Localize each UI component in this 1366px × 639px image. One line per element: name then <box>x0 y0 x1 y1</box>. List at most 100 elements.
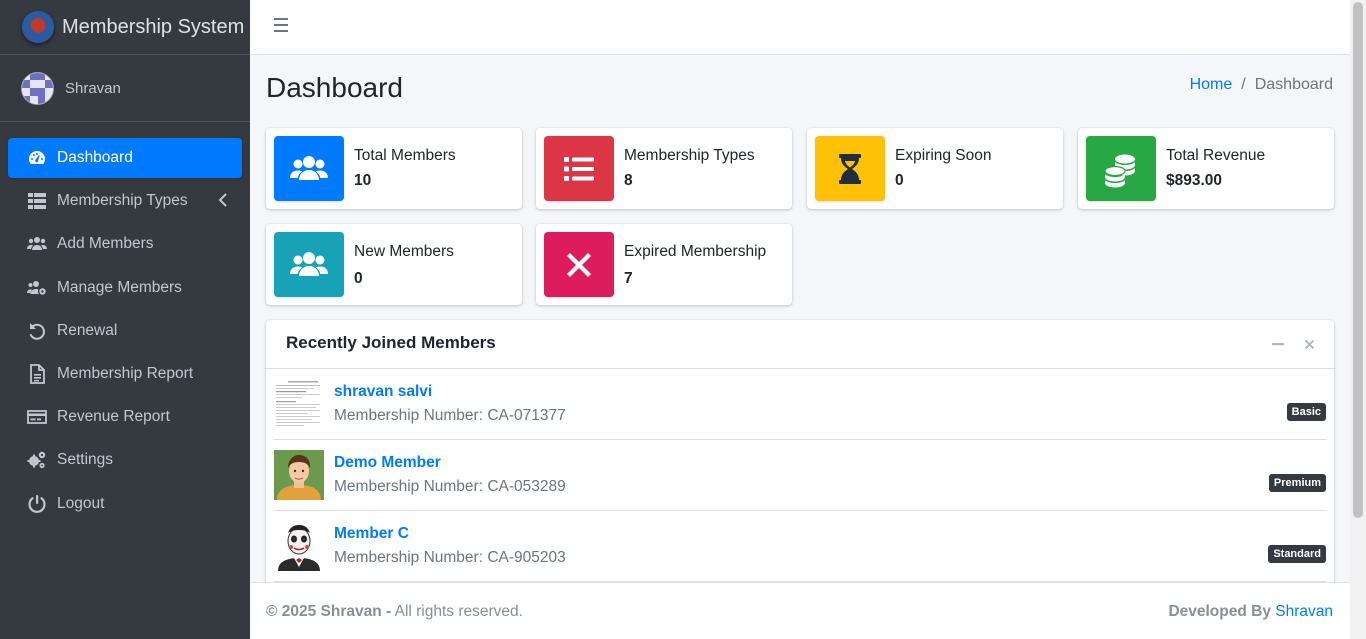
member-number-label: Membership Number: <box>334 549 484 566</box>
close-icon[interactable] <box>1301 336 1317 352</box>
undo-icon <box>27 321 47 341</box>
sidebar-item-label: Membership Types <box>57 192 188 210</box>
table-icon <box>27 191 47 211</box>
sidebar-item-membership-report[interactable]: Membership Report <box>8 354 242 394</box>
sidebar-item-label: Revenue Report <box>57 408 170 426</box>
coins-icon <box>1086 136 1156 201</box>
list-item: Demo Member Membership Number: CA-053289… <box>274 440 1326 511</box>
member-photo <box>274 521 324 571</box>
card-header: Recently Joined Members <box>266 320 1334 369</box>
card-title: Recently Joined Members <box>286 333 496 352</box>
info-box-label: New Members <box>354 243 454 260</box>
developer-link[interactable]: Shravan <box>1275 603 1333 620</box>
users-icon <box>274 136 344 201</box>
footer-copyright: © 2025 Shravan - All rights reserved. <box>266 603 523 621</box>
breadcrumb-home-link[interactable]: Home <box>1190 76 1233 94</box>
breadcrumb-current: Dashboard <box>1254 76 1333 93</box>
sidebar-item-manage-members[interactable]: Manage Members <box>8 268 242 308</box>
footer: © 2025 Shravan - All rights reserved. De… <box>250 582 1350 639</box>
member-number: Membership Number: CA-071377 <box>334 407 566 425</box>
member-photo <box>274 379 324 429</box>
info-box-label: Expiring Soon <box>895 147 992 164</box>
sidebar-item-renewal[interactable]: Renewal <box>8 311 242 351</box>
member-name-link[interactable]: shravan salvi <box>334 383 432 401</box>
member-photo <box>274 450 324 500</box>
list-item: shravan salvi Membership Number: CA-0713… <box>274 369 1326 440</box>
breadcrumb: Home / Dashboard <box>1190 76 1333 94</box>
sidebar-item-label: Renewal <box>57 321 118 339</box>
top-navbar <box>250 0 1350 55</box>
user-name[interactable]: Shravan <box>65 80 121 97</box>
rights-text: All rights reserved. <box>394 603 523 620</box>
member-number-value: CA-071377 <box>487 407 566 424</box>
info-box-total-members[interactable]: Total Members 10 <box>266 128 522 209</box>
info-box-new-members[interactable]: New Members 0 <box>266 224 522 305</box>
sidebar-item-logout[interactable]: Logout <box>8 484 242 524</box>
users-icon <box>27 234 47 254</box>
status-badge: Standard <box>1268 545 1326 563</box>
sidebar-item-label: Dashboard <box>57 149 133 166</box>
member-number: Membership Number: CA-053289 <box>334 478 566 496</box>
copyright-text: © 2025 Shravan - <box>266 603 392 620</box>
sidebar-item-dashboard[interactable]: Dashboard <box>8 138 242 178</box>
sidebar-item-settings[interactable]: Settings <box>8 440 242 480</box>
status-badge: Basic <box>1286 403 1326 421</box>
info-box-value: $893.00 <box>1166 172 1223 189</box>
brand-logo <box>22 11 54 43</box>
info-box-expired-membership[interactable]: Expired Membership 7 <box>536 224 792 305</box>
credit-card-icon <box>27 407 47 427</box>
sidebar-item-add-members[interactable]: Add Members <box>8 224 242 264</box>
tachometer-icon <box>27 148 47 168</box>
footer-credit: Developed By Shravan <box>1168 603 1333 621</box>
recent-members-card: Recently Joined Members shravan salvi Me… <box>266 320 1334 582</box>
times-icon <box>544 232 614 297</box>
cogs-icon <box>27 450 47 470</box>
list-item: Member C Membership Number: CA-905203 St… <box>274 511 1326 582</box>
info-box-label: Expired Membership <box>624 243 767 260</box>
sidebar-item-label: Manage Members <box>57 278 182 296</box>
member-number: Membership Number: CA-905203 <box>334 549 566 567</box>
info-box-value: 0 <box>354 270 363 287</box>
page-title: Dashboard <box>266 72 403 103</box>
info-box-membership-types[interactable]: Membership Types 8 <box>536 128 792 209</box>
brand-link[interactable]: Membership System <box>0 0 250 55</box>
info-box-value: 10 <box>354 172 372 189</box>
user-panel: Shravan <box>0 55 250 122</box>
info-box-total-revenue[interactable]: Total Revenue $893.00 <box>1078 128 1334 209</box>
info-box-value: 7 <box>624 270 633 287</box>
scrollbar-thumb[interactable] <box>1353 2 1363 518</box>
avatar[interactable] <box>21 71 54 105</box>
sidebar-item-label: Add Members <box>57 235 154 253</box>
minus-icon[interactable] <box>1270 336 1286 352</box>
brand-title: Membership System <box>62 15 245 38</box>
sidebar-item-label: Logout <box>57 494 105 512</box>
info-box-expiring-soon[interactable]: Expiring Soon 0 <box>807 128 1063 209</box>
member-name-link[interactable]: Member C <box>334 525 409 543</box>
info-box-label: Total Revenue <box>1166 147 1266 164</box>
member-number-value: CA-905203 <box>487 549 566 566</box>
sidebar: Membership System Shravan Dashboard Memb… <box>0 0 250 639</box>
developed-by-label: Developed By <box>1168 603 1271 620</box>
sidebar-item-label: Membership Report <box>57 364 194 382</box>
sidebar-item-revenue-report[interactable]: Revenue Report <box>8 397 242 437</box>
users-icon <box>274 232 344 297</box>
hourglass-icon <box>815 136 885 201</box>
hamburger-menu-icon[interactable] <box>274 18 288 34</box>
users-cog-icon <box>27 278 47 298</box>
power-off-icon <box>27 494 47 514</box>
member-name-link[interactable]: Demo Member <box>334 454 441 472</box>
chevron-left-icon[interactable] <box>218 193 228 207</box>
main-content: Dashboard Home / Dashboard Total Members… <box>250 55 1350 582</box>
file-icon <box>27 364 47 384</box>
sidebar-item-label: Settings <box>57 451 114 469</box>
info-box-label: Total Members <box>354 147 456 164</box>
member-number-label: Membership Number: <box>334 478 484 495</box>
page-scrollbar[interactable] <box>1350 0 1366 639</box>
sidebar-item-membership-types[interactable]: Membership Types <box>8 181 242 221</box>
info-box-value: 8 <box>624 172 633 189</box>
info-box-label: Membership Types <box>624 147 755 164</box>
member-number-value: CA-053289 <box>487 478 566 495</box>
status-badge: Premium <box>1268 474 1326 492</box>
breadcrumb-separator: / <box>1241 76 1246 93</box>
list-icon <box>544 136 614 201</box>
